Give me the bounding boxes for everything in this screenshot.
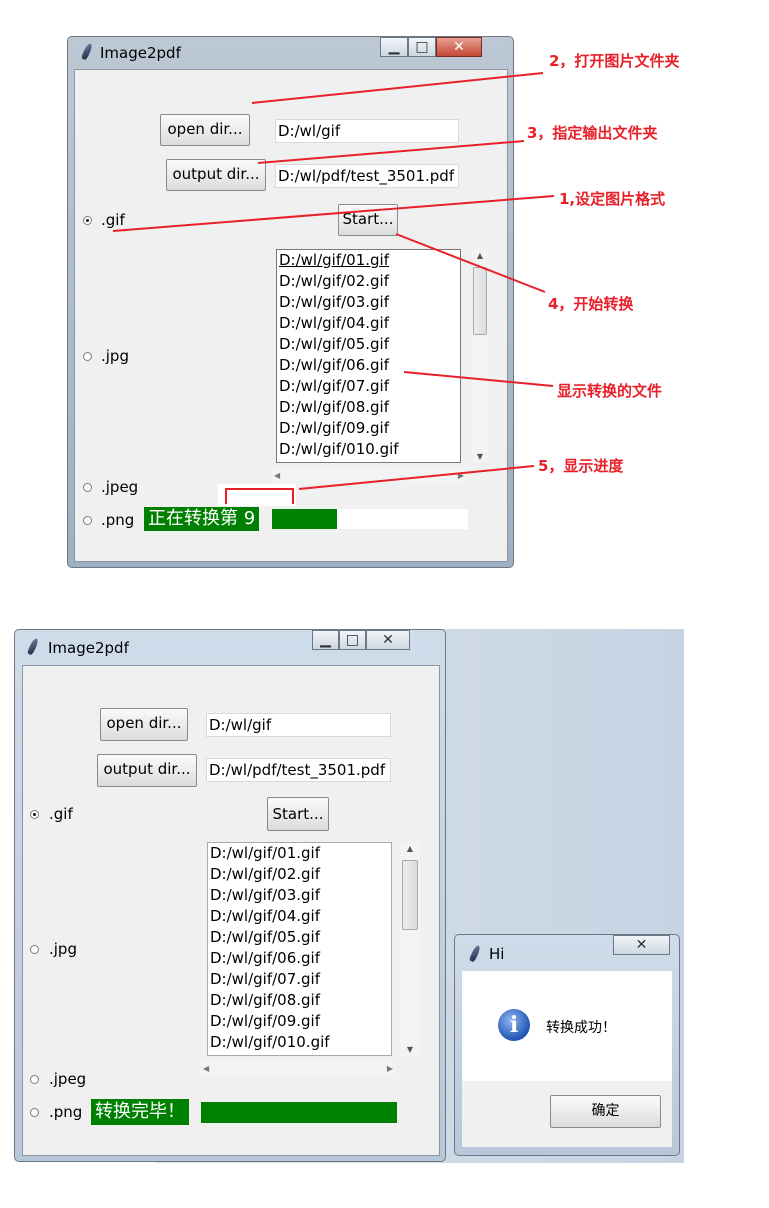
radio-gif[interactable]	[30, 810, 39, 819]
annotation-overlay	[112, 72, 555, 504]
window-client-area: open dir... D:/wl/gif output dir... D:/w…	[22, 665, 440, 1156]
radio-jpg[interactable]	[30, 945, 39, 954]
close-icon: ✕	[382, 632, 394, 648]
annotation-line-4	[395, 233, 546, 293]
minimize-button[interactable]: ▁	[312, 630, 339, 650]
radio-png[interactable]	[30, 1108, 39, 1117]
annotation-progress: 5，显示进度	[538, 457, 624, 475]
radio-jpeg[interactable]	[30, 1075, 39, 1084]
window-title: Image2pdf	[48, 639, 129, 657]
scroll-down-arrow-icon[interactable]: ▼	[400, 1045, 420, 1054]
scroll-right-arrow-icon[interactable]: ▶	[387, 1062, 393, 1076]
radio-png-label: .png	[49, 1103, 83, 1121]
title-bar[interactable]: Image2pdf ▁ □ ✕	[15, 630, 445, 660]
open-dir-button[interactable]: open dir...	[100, 708, 188, 741]
list-item[interactable]: D:/wl/gif/08.gif	[208, 990, 391, 1011]
annotation-open-folder: 2，打开图片文件夹	[549, 52, 680, 70]
vertical-scrollbar[interactable]: ▲ ▼	[400, 842, 420, 1056]
status-label: 转换完毕！	[91, 1099, 189, 1125]
dialog-body: i 转换成功！	[462, 971, 672, 1081]
annotation-image-format: 1,设定图片格式	[559, 190, 666, 208]
annotation-show-files: 显示转换的文件	[557, 382, 663, 400]
file-listbox[interactable]: D:/wl/gif/01.gif D:/wl/gif/02.gif D:/wl/…	[207, 842, 392, 1056]
message-dialog: Hi ✕ i 转换成功！ 确定	[454, 934, 680, 1156]
list-item[interactable]: D:/wl/gif/02.gif	[208, 864, 391, 885]
list-item[interactable]: D:/wl/gif/03.gif	[208, 885, 391, 906]
radio-jpeg-label: .jpeg	[49, 1070, 87, 1088]
list-item[interactable]: D:/wl/gif/010.gif	[208, 1032, 391, 1053]
annotation-line-2	[251, 72, 544, 104]
horizontal-scrollbar[interactable]: ◀ ▶	[200, 1062, 396, 1076]
maximize-icon: □	[345, 632, 360, 648]
list-item[interactable]: D:/wl/gif/04.gif	[208, 906, 391, 927]
list-item[interactable]: D:/wl/gif/09.gif	[208, 1011, 391, 1032]
annotation-bracket	[225, 488, 294, 504]
dialog-close-button[interactable]: ✕	[613, 935, 670, 955]
progress-fill	[201, 1102, 397, 1123]
progress-bar	[201, 1102, 397, 1123]
annotation-line-files	[403, 371, 554, 387]
close-icon: ✕	[635, 937, 648, 953]
output-dir-field[interactable]: D:/wl/pdf/test_3501.pdf	[206, 758, 391, 782]
annotation-line-5	[298, 465, 535, 490]
open-dir-field[interactable]: D:/wl/gif	[206, 713, 391, 737]
info-icon: i	[498, 1009, 530, 1041]
annotation-line-1	[112, 195, 555, 232]
list-item[interactable]: D:/wl/gif/06.gif	[208, 948, 391, 969]
output-dir-button[interactable]: output dir...	[97, 754, 197, 787]
list-item[interactable]: D:/wl/gif/01.gif	[208, 843, 391, 864]
dialog-title-bar[interactable]: Hi ✕	[455, 935, 679, 965]
ok-button[interactable]: 确定	[550, 1095, 661, 1128]
dialog-title: Hi	[489, 945, 505, 963]
dialog-message: 转换成功！	[546, 1020, 616, 1036]
list-item[interactable]: D:/wl/gif/07.gif	[208, 969, 391, 990]
start-button[interactable]: Start...	[267, 797, 329, 831]
radio-gif-label: .gif	[49, 805, 73, 823]
scroll-thumb[interactable]	[402, 860, 418, 930]
list-item[interactable]: D:/wl/gif/05.gif	[208, 927, 391, 948]
scroll-up-arrow-icon[interactable]: ▲	[400, 844, 420, 853]
close-button[interactable]: ✕	[366, 630, 410, 650]
scroll-left-arrow-icon[interactable]: ◀	[203, 1062, 209, 1076]
window-image2pdf-done: Image2pdf ▁ □ ✕ open dir... D:/wl/gif ou…	[14, 629, 446, 1162]
maximize-button[interactable]: □	[339, 630, 366, 650]
feather-icon	[26, 637, 40, 656]
minimize-icon: ▁	[320, 632, 331, 648]
radio-jpg-label: .jpg	[49, 940, 77, 958]
dialog-footer: 确定	[462, 1081, 672, 1147]
annotation-start: 4，开始转换	[548, 295, 634, 313]
annotation-output-folder: 3，指定输出文件夹	[527, 124, 658, 142]
annotation-line-3	[257, 140, 525, 164]
feather-icon	[468, 944, 482, 963]
